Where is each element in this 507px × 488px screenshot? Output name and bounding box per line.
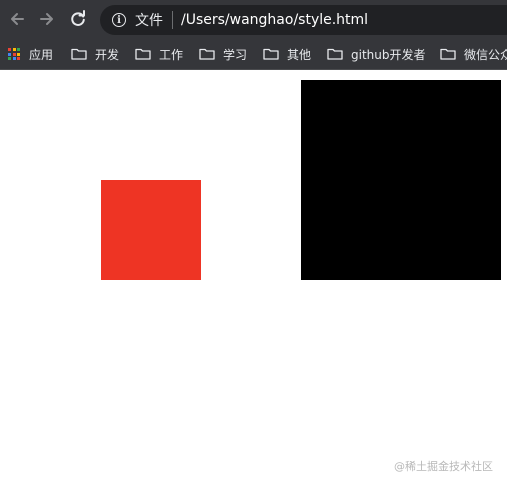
bookmark-label: 微信公众号 — [464, 47, 507, 62]
folder-icon — [440, 48, 456, 60]
bookmark-label: 工作 — [159, 47, 184, 62]
reload-icon — [71, 10, 85, 26]
folder-icon — [327, 48, 343, 60]
bookmark-folder-github[interactable]: github开发者 — [327, 39, 426, 69]
bookmark-label: 其他 — [287, 47, 312, 62]
bookmark-folder-dev[interactable]: 开发 — [71, 39, 119, 69]
url-text[interactable]: /Users/wanghao/style.html — [181, 12, 368, 28]
forward-button[interactable] — [34, 6, 60, 32]
page-content — [0, 70, 507, 488]
bookmark-folder-work[interactable]: 工作 — [135, 39, 183, 69]
address-bar[interactable]: i 文件 /Users/wanghao/style.html — [100, 5, 507, 35]
back-button[interactable] — [4, 6, 30, 32]
arrow-left-icon — [11, 13, 24, 25]
info-icon[interactable]: i — [112, 13, 126, 27]
bookmark-folder-other[interactable]: 其他 — [263, 39, 311, 69]
bookmark-folder-study[interactable]: 学习 — [199, 39, 247, 69]
black-square — [301, 80, 501, 280]
browser-toolbar: i 文件 /Users/wanghao/style.html — [0, 0, 507, 39]
folder-icon — [135, 48, 151, 60]
bookmark-apps[interactable]: 应用 — [8, 39, 53, 69]
bookmark-label: github开发者 — [351, 47, 426, 62]
folder-icon — [199, 48, 215, 60]
bookmarks-bar: 应用 开发 工作 学习 其他 github开发者 微信公众号 — [0, 39, 507, 70]
reload-button[interactable] — [65, 6, 91, 32]
bookmark-label: 开发 — [95, 47, 120, 62]
url-separator — [172, 11, 173, 29]
arrow-right-icon — [40, 13, 53, 25]
bookmark-apps-label: 应用 — [29, 47, 54, 62]
watermark: @稀土掘金技术社区 — [394, 460, 493, 473]
bookmark-folder-wechat[interactable]: 微信公众号 — [440, 39, 507, 69]
apps-grid-icon — [8, 48, 20, 60]
red-square — [101, 180, 201, 280]
folder-icon — [71, 48, 87, 60]
file-label: 文件 — [135, 13, 163, 29]
folder-icon — [263, 48, 279, 60]
bookmark-label: 学习 — [223, 47, 248, 62]
